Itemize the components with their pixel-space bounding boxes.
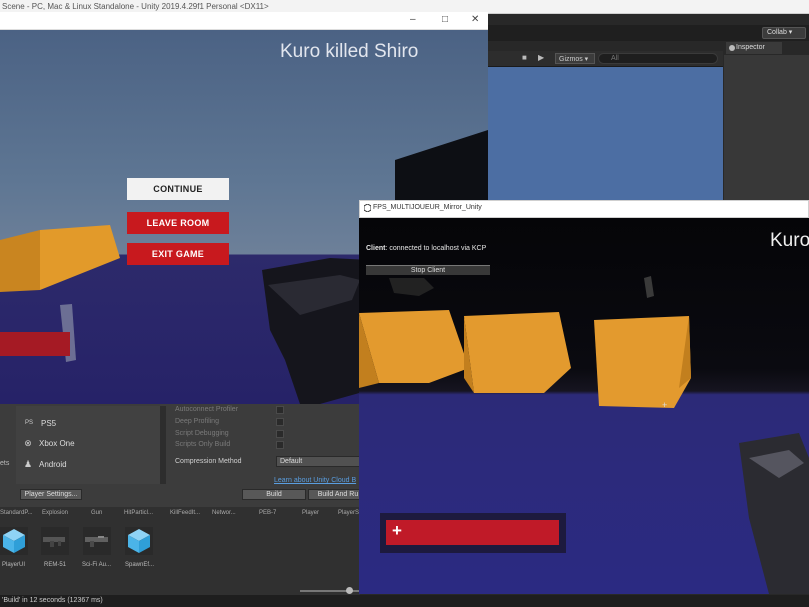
kill-feed-text: Kuro killed Shiro bbox=[280, 41, 419, 62]
continue-button[interactable]: CONTINUE bbox=[127, 178, 229, 200]
xbox-icon: ⊗ bbox=[24, 438, 32, 448]
asset-label[interactable]: KillFeedIt... bbox=[170, 510, 200, 516]
zoom-slider-handle[interactable] bbox=[346, 587, 353, 594]
leave-room-button[interactable]: LEAVE ROOM bbox=[127, 212, 229, 234]
side-label: ets bbox=[0, 460, 10, 467]
client-status-text: : connected to localhost via KCP bbox=[385, 245, 487, 252]
ps5-icon: PS bbox=[24, 420, 33, 426]
gun-icon bbox=[43, 537, 65, 547]
minimize-button[interactable]: – bbox=[410, 14, 416, 25]
exit-game-button[interactable]: EXIT GAME bbox=[127, 243, 229, 265]
inspector-panel bbox=[724, 55, 809, 205]
client-label: Client bbox=[366, 245, 386, 252]
video-icon[interactable]: ▶ bbox=[538, 53, 544, 62]
window-title: FPS_MULTIJOUEUR_Mirror_Unity bbox=[373, 204, 482, 211]
cloud-build-link[interactable]: Learn about Unity Cloud B bbox=[274, 477, 356, 484]
option-script-debugging: Script Debugging bbox=[175, 430, 229, 437]
platform-label: PS5 bbox=[41, 418, 57, 428]
kill-feed-text: Kuro bbox=[770, 230, 809, 251]
stop-client-button[interactable]: Stop Client bbox=[366, 265, 490, 275]
asset-label[interactable]: Player bbox=[302, 510, 319, 516]
scene-view[interactable] bbox=[488, 67, 723, 202]
build-button[interactable]: Build bbox=[242, 489, 306, 500]
asset-spawn-effect[interactable] bbox=[125, 527, 153, 555]
compression-label: Compression Method bbox=[175, 458, 242, 465]
compression-select[interactable]: Default bbox=[276, 456, 360, 467]
asset-label[interactable]: PEB-7 bbox=[259, 510, 276, 516]
checkbox-autoconnect[interactable] bbox=[276, 406, 284, 414]
asset-label[interactable]: Gun bbox=[91, 510, 102, 516]
prefab-cube-icon bbox=[3, 529, 25, 553]
platform-item-ps5[interactable]: PS PS5 bbox=[22, 417, 56, 429]
gun-icon bbox=[85, 536, 108, 547]
asset-rem-51[interactable] bbox=[41, 527, 69, 555]
gizmos-label: Gizmos bbox=[559, 56, 583, 63]
asset-name: Sci-Fi Au... bbox=[82, 562, 112, 568]
checkbox-script-debugging[interactable] bbox=[276, 430, 284, 438]
android-icon: ♟ bbox=[23, 459, 33, 469]
asset-label[interactable]: HitParticl... bbox=[124, 510, 153, 516]
option-scripts-only-build: Scripts Only Build bbox=[175, 441, 231, 448]
asset-player-ui[interactable] bbox=[0, 527, 28, 555]
info-icon bbox=[729, 45, 735, 51]
status-bar: 'Build' in 12 seconds (12367 ms) bbox=[0, 595, 809, 607]
platform-label: Xbox One bbox=[39, 438, 75, 448]
editor-toolbar bbox=[488, 25, 809, 41]
asset-label[interactable]: Explosion bbox=[42, 510, 68, 516]
gizmos-dropdown[interactable]: Gizmos ▾ bbox=[555, 53, 595, 64]
asset-sci-fi-gun[interactable] bbox=[83, 527, 111, 555]
option-autoconnect-profiler: Autoconnect Profiler bbox=[175, 406, 239, 413]
scene-search-input[interactable]: All bbox=[598, 53, 718, 64]
platform-label: Android bbox=[39, 459, 67, 469]
asset-name: PlayerUI bbox=[2, 562, 26, 568]
close-button[interactable]: ✕ bbox=[471, 14, 479, 25]
unity-logo-icon bbox=[364, 204, 371, 212]
checkbox-scripts-only[interactable] bbox=[276, 441, 284, 449]
platform-list-scrollbar[interactable] bbox=[160, 406, 166, 484]
collab-label: Collab bbox=[767, 29, 787, 36]
asset-label[interactable]: Networ... bbox=[212, 510, 236, 516]
health-plus-icon: + bbox=[392, 521, 402, 540]
asset-name: SpawnEf... bbox=[125, 562, 155, 568]
maximize-button[interactable]: □ bbox=[442, 14, 448, 25]
asset-label[interactable]: StandardP... bbox=[0, 510, 33, 516]
camera-icon[interactable]: ■ bbox=[522, 53, 527, 62]
collab-button[interactable]: Collab ▾ bbox=[762, 27, 806, 39]
platform-item-android[interactable]: ♟ Android bbox=[22, 458, 67, 470]
checkbox-deep-profiling[interactable] bbox=[276, 418, 284, 426]
crosshair-icon: + bbox=[662, 400, 668, 410]
health-bar bbox=[0, 332, 70, 356]
health-bar bbox=[386, 520, 559, 545]
asset-name: REM-51 bbox=[44, 562, 67, 568]
client-status: Client: connected to localhost via KCP bbox=[366, 244, 516, 253]
player-settings-button[interactable]: Player Settings... bbox=[20, 489, 82, 500]
platform-item-xbox-one[interactable]: ⊗ Xbox One bbox=[22, 437, 75, 449]
prefab-cube-icon bbox=[128, 529, 150, 553]
option-deep-profiling: Deep Profiling bbox=[175, 418, 219, 425]
